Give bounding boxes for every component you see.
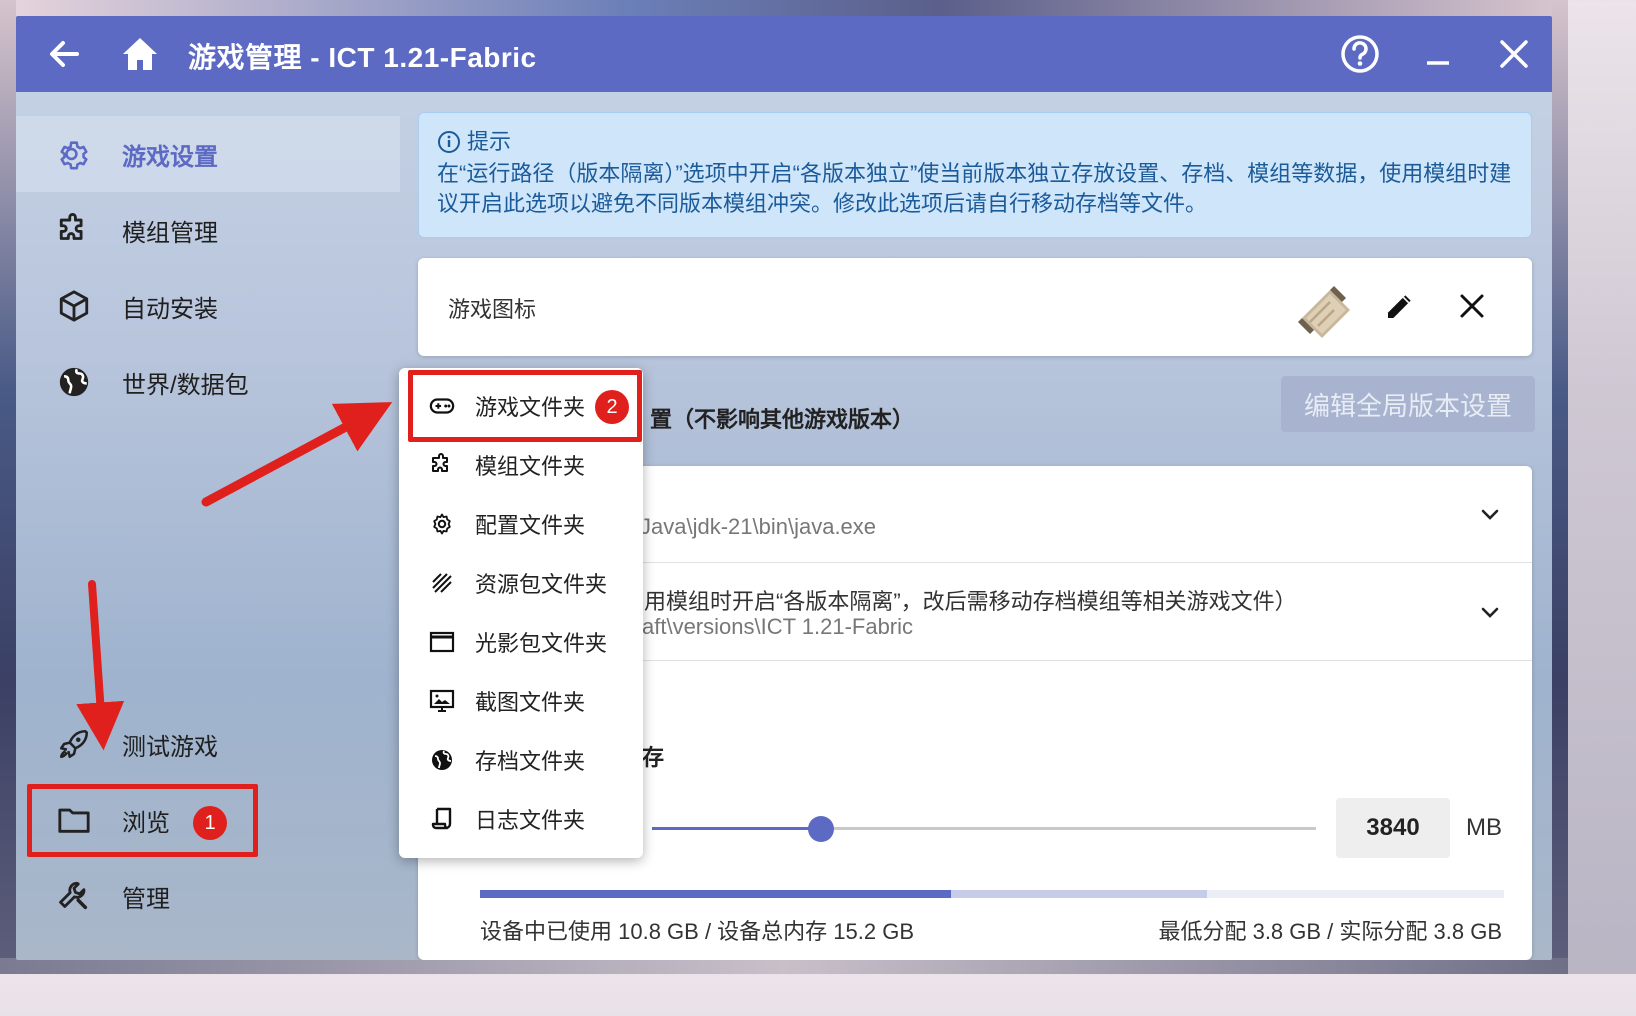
arrow-to-game-folder (201, 402, 393, 507)
annotation-arrows (76, 402, 393, 751)
arrow-to-browse (76, 580, 125, 751)
